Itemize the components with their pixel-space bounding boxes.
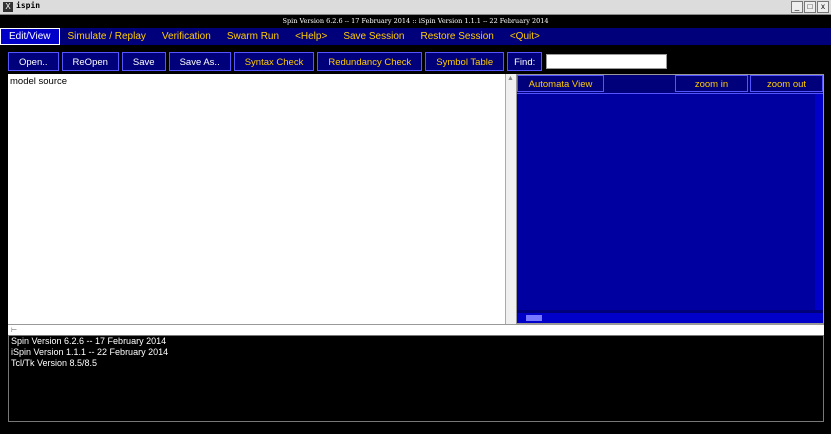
menu-simulate-replay[interactable]: Simulate / Replay	[60, 28, 154, 45]
save-button[interactable]: Save	[121, 52, 166, 71]
redundancy-check-button[interactable]: Redundancy Check	[317, 52, 423, 71]
window-title: ispin	[16, 1, 41, 10]
menu-swarm-run[interactable]: Swarm Run	[219, 28, 287, 45]
reopen-button[interactable]: ReOpen	[61, 52, 119, 71]
syntax-check-button[interactable]: Syntax Check	[233, 52, 315, 71]
scroll-up-arrow-icon[interactable]: ▲	[507, 75, 514, 82]
close-icon[interactable]: x	[817, 1, 829, 13]
zoom-out-button[interactable]: zoom out	[750, 75, 823, 92]
version-banner: Spin Version 6.2.6 -- 17 February 2014 :…	[0, 15, 831, 28]
log-line: Spin Version 6.2.6 -- 17 February 2014	[11, 336, 167, 346]
log-output: Spin Version 6.2.6 -- 17 February 2014 i…	[8, 335, 824, 422]
model-source-editor[interactable]: model source	[8, 74, 505, 324]
find-input[interactable]	[546, 54, 668, 69]
title-bar[interactable]: X ispin _ □ x	[0, 0, 831, 15]
menu-save-session[interactable]: Save Session	[335, 28, 412, 45]
bottom-margin	[0, 424, 831, 434]
pane-separator[interactable]: ⊢	[8, 324, 824, 335]
minimize-icon[interactable]: _	[791, 1, 803, 13]
menu-help[interactable]: <Help>	[287, 28, 335, 45]
zoom-in-button[interactable]: zoom in	[675, 75, 748, 92]
automata-hscroll[interactable]	[517, 313, 823, 323]
maximize-icon[interactable]: □	[804, 1, 816, 13]
menu-restore-session[interactable]: Restore Session	[412, 28, 501, 45]
automata-vscroll[interactable]	[815, 94, 823, 310]
automata-canvas[interactable]	[517, 94, 823, 310]
menu-quit[interactable]: <Quit>	[502, 28, 548, 45]
app-window: X ispin _ □ x Spin Version 6.2.6 -- 17 F…	[0, 0, 831, 434]
app-icon: X	[3, 2, 13, 12]
find-label: Find:	[507, 52, 543, 71]
symbol-table-button[interactable]: Symbol Table	[425, 52, 505, 71]
editor-header: model source	[10, 76, 68, 87]
log-line: iSpin Version 1.1.1 -- 22 February 2014	[11, 347, 169, 357]
menu-edit-view[interactable]: Edit/View	[0, 28, 60, 45]
editor-scrollbar[interactable]: ▲	[505, 74, 516, 324]
save-as-button[interactable]: Save As..	[168, 52, 231, 71]
grip-icon[interactable]: ⊢	[11, 326, 17, 334]
menu-verification[interactable]: Verification	[154, 28, 219, 45]
automata-panel: Automata View zoom in zoom out	[516, 74, 824, 324]
automata-view-button[interactable]: Automata View	[517, 75, 604, 92]
menu-bar: Edit/View Simulate / Replay Verification…	[0, 28, 831, 45]
automata-header: Automata View zoom in zoom out	[517, 75, 823, 94]
hscroll-thumb[interactable]	[526, 315, 542, 321]
toolbar: Open.. ReOpen Save Save As.. Syntax Chec…	[8, 52, 668, 71]
open-button[interactable]: Open..	[8, 52, 59, 71]
log-line: Tcl/Tk Version 8.5/8.5	[11, 358, 98, 368]
